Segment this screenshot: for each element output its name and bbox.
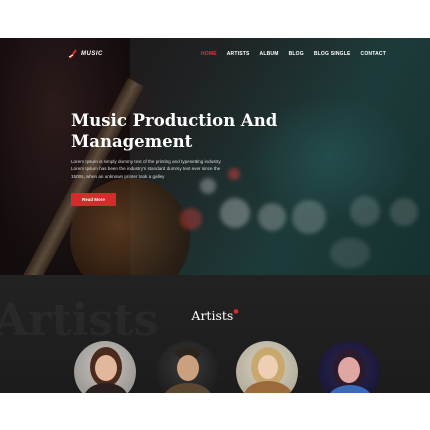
- music-note-icon: [68, 49, 78, 59]
- hero-title: Music Production And Management: [71, 110, 301, 152]
- artist-avatar-face: [338, 357, 360, 383]
- bokeh-light: [390, 198, 418, 226]
- nav-item-home[interactable]: HOME: [201, 51, 217, 57]
- accent-dot-icon: ●: [233, 308, 239, 315]
- artist-avatar-3[interactable]: [236, 341, 298, 393]
- nav-item-blog[interactable]: BLOG: [289, 51, 304, 57]
- artists-heading: Artists●: [0, 308, 430, 323]
- artist-avatar-body: [164, 383, 212, 393]
- artist-avatar-body: [84, 383, 128, 393]
- hero-section: MUSIC HOME ARTISTS ALBUM BLOG BLOG SINGL…: [0, 38, 430, 275]
- nav-item-blog-single[interactable]: BLOG SINGLE: [314, 51, 351, 57]
- bokeh-light: [220, 198, 250, 228]
- artists-title-text: Artists: [191, 308, 234, 323]
- hero-description-line1: Lorem Ipsum is simply dummy text of the …: [71, 159, 222, 164]
- brand-logo[interactable]: MUSIC: [68, 49, 103, 59]
- hero-description-line3: 1500s, when an unknown printer took a ga…: [71, 173, 165, 179]
- top-navigation: MUSIC HOME ARTISTS ALBUM BLOG BLOG SINGL…: [0, 38, 430, 70]
- brand-name: MUSIC: [81, 51, 103, 57]
- main-menu: HOME ARTISTS ALBUM BLOG BLOG SINGLE CONT…: [201, 51, 386, 57]
- bokeh-light: [292, 200, 326, 234]
- bokeh-light: [180, 208, 202, 230]
- artists-section: Artists Artists●: [0, 275, 430, 393]
- artist-avatar-face: [95, 355, 117, 381]
- nav-item-contact[interactable]: CONTACT: [361, 51, 386, 57]
- artist-avatar-2[interactable]: [156, 341, 218, 393]
- bokeh-light: [330, 238, 370, 268]
- bokeh-light: [350, 196, 380, 226]
- bokeh-light: [200, 178, 216, 194]
- hero-description-line2: Lorem Ipsum has been the industry's stan…: [71, 166, 221, 172]
- bokeh-light: [258, 203, 286, 231]
- artist-avatar-guitar: [244, 381, 292, 393]
- nav-item-album[interactable]: ALBUM: [260, 51, 279, 57]
- hero-title-line2: Management: [71, 132, 193, 151]
- read-more-button[interactable]: Read More: [71, 193, 116, 206]
- page-frame: MUSIC HOME ARTISTS ALBUM BLOG BLOG SINGL…: [0, 38, 430, 393]
- artist-avatar-4[interactable]: [318, 341, 380, 393]
- hero-description: Lorem Ipsum is simply dummy text of the …: [71, 158, 261, 180]
- artist-avatar-face: [258, 355, 278, 379]
- artist-avatar-1[interactable]: [74, 341, 136, 393]
- hero-title-line1: Music Production And: [71, 111, 278, 130]
- nav-item-artists[interactable]: ARTISTS: [227, 51, 250, 57]
- artist-avatar-body: [328, 385, 372, 393]
- artist-avatar-face: [177, 355, 199, 381]
